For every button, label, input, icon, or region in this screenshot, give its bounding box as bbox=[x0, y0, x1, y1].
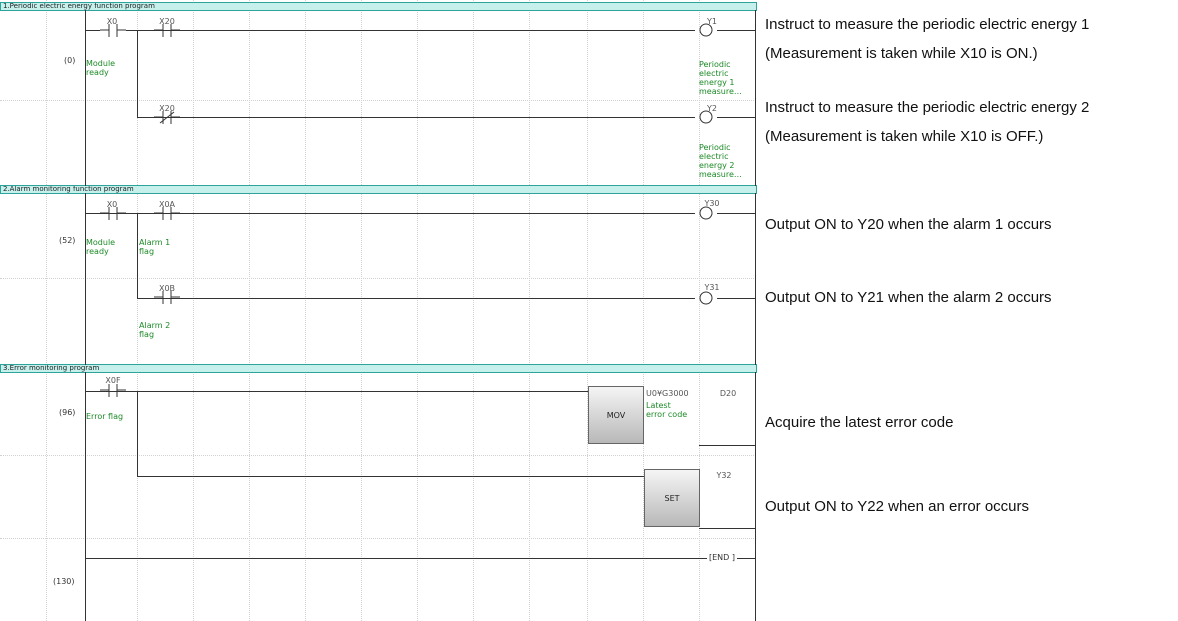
note-periodic-2-condition: (Measurement is taken while X10 is OFF.) bbox=[765, 128, 1044, 145]
right-bus-bar bbox=[755, 372, 756, 621]
device-comment: Periodic electric energy 2 measure… bbox=[699, 143, 742, 179]
step-number: (130) bbox=[53, 577, 75, 586]
note-periodic-2: Instruct to measure the periodic electri… bbox=[765, 99, 1090, 116]
section-title-alarm[interactable]: 2.Alarm monitoring function program bbox=[0, 185, 757, 194]
note-alarm-1: Output ON to Y20 when the alarm 1 occurs bbox=[765, 216, 1052, 233]
section-title-error[interactable]: 3.Error monitoring program bbox=[0, 364, 757, 373]
operand-label: Y32 bbox=[716, 471, 732, 480]
note-error-output: Output ON to Y22 when an error occurs bbox=[765, 498, 1030, 515]
coil-icon[interactable] bbox=[694, 291, 718, 305]
section-title-periodic[interactable]: 1.Periodic electric energy function prog… bbox=[0, 2, 757, 11]
step-number: (0) bbox=[64, 56, 76, 65]
right-bus-bar bbox=[755, 10, 756, 186]
coil-icon[interactable] bbox=[694, 23, 718, 37]
ladder-diagram: 1.Periodic electric energy function prog… bbox=[0, 0, 757, 621]
no-contact-icon[interactable] bbox=[154, 207, 180, 221]
note-alarm-2: Output ON to Y21 when the alarm 2 occurs bbox=[765, 289, 1052, 306]
note-error-code: Acquire the latest error code bbox=[765, 414, 954, 431]
set-instruction[interactable]: SET bbox=[644, 469, 700, 527]
note-periodic-1-condition: (Measurement is taken while X10 is ON.) bbox=[765, 45, 1038, 62]
right-bus-bar bbox=[755, 193, 756, 365]
end-instruction[interactable]: [END ] bbox=[707, 553, 737, 562]
no-contact-icon[interactable] bbox=[154, 291, 180, 305]
operand-label: D20 bbox=[719, 389, 737, 398]
device-comment: Module ready bbox=[86, 238, 116, 256]
left-bus-bar bbox=[85, 10, 86, 186]
device-comment: Alarm 1 flag bbox=[139, 238, 171, 256]
device-comment: Error flag bbox=[86, 412, 124, 421]
coil-icon[interactable] bbox=[694, 110, 718, 124]
no-contact-icon[interactable] bbox=[100, 384, 126, 398]
device-comment: Alarm 2 flag bbox=[139, 321, 171, 339]
coil-icon[interactable] bbox=[694, 206, 718, 220]
no-contact-icon[interactable] bbox=[100, 24, 126, 38]
mov-instruction[interactable]: MOV bbox=[588, 386, 644, 444]
step-number: (52) bbox=[59, 236, 76, 245]
left-bus-bar bbox=[85, 193, 86, 365]
device-comment: Periodic electric energy 1 measure… bbox=[699, 60, 742, 96]
note-periodic-1: Instruct to measure the periodic electri… bbox=[765, 16, 1090, 33]
step-number: (96) bbox=[59, 408, 76, 417]
no-contact-icon[interactable] bbox=[100, 207, 126, 221]
device-comment: Latest error code bbox=[646, 401, 688, 419]
nc-contact-icon[interactable] bbox=[154, 111, 180, 125]
device-comment: Module ready bbox=[86, 59, 116, 77]
no-contact-icon[interactable] bbox=[154, 24, 180, 38]
left-bus-bar bbox=[85, 372, 86, 621]
operand-label: U0¥G3000 bbox=[646, 389, 689, 398]
